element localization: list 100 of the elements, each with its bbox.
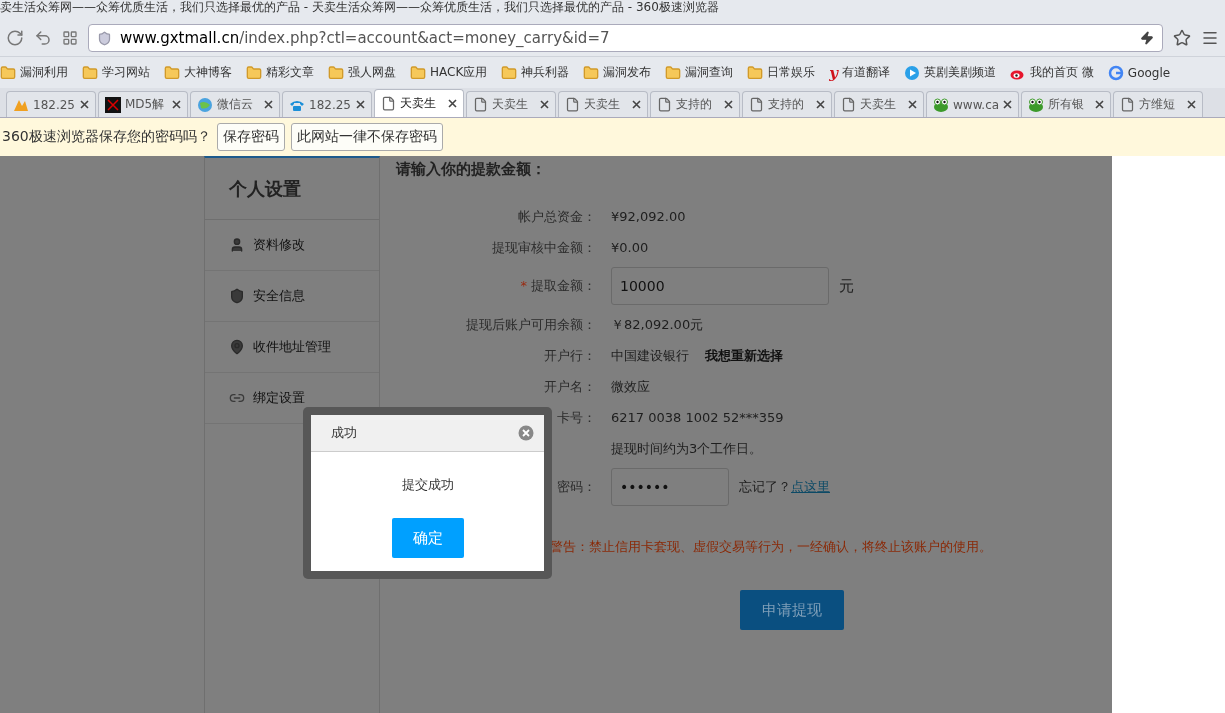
pin-icon [229, 339, 245, 355]
user-icon [229, 237, 245, 253]
browser-tab[interactable]: 天卖生 [558, 91, 648, 117]
bookmark-link[interactable]: 漏洞查询 [685, 64, 734, 81]
folder-icon [82, 64, 98, 81]
field-value: ￥82,092.00元 [611, 315, 704, 334]
frog-icon [933, 96, 949, 113]
close-icon[interactable] [1095, 100, 1105, 109]
folder-icon [410, 64, 426, 81]
close-icon[interactable] [356, 100, 365, 109]
browser-tab[interactable]: 支持的 [742, 91, 832, 117]
browser-tab[interactable]: www.ca [926, 91, 1020, 117]
bookmark-link[interactable]: 漏洞利用 [20, 64, 68, 81]
close-icon[interactable] [816, 100, 825, 109]
globe-icon [197, 96, 213, 113]
address-field[interactable]: www.gxtmall.cn/index.php?ctl=account&act=money_carry&id=7 [88, 24, 1163, 52]
sidebar-item[interactable]: 资料修改 [253, 236, 305, 254]
forgot-text: 忘记了？ [739, 478, 791, 496]
bookmark-link[interactable]: 精彩文章 [266, 64, 314, 81]
page-icon [473, 97, 488, 112]
page-icon [749, 97, 764, 112]
close-icon[interactable] [724, 100, 733, 109]
close-icon[interactable] [80, 100, 89, 109]
page-icon [657, 97, 672, 112]
bookmark-link[interactable]: 我的首页 微 [1030, 64, 1094, 81]
sidebar-title: 个人设置 [205, 158, 379, 220]
browser-tab[interactable]: 182.25 [282, 91, 372, 117]
browser-tab[interactable]: MD5解 [98, 91, 188, 117]
folder-icon [246, 64, 262, 81]
bookmark-link[interactable]: 神兵利器 [521, 64, 570, 81]
close-icon[interactable] [632, 100, 641, 109]
bookmark-link[interactable]: 学习网站 [102, 64, 150, 81]
tab-title: 微信云 [217, 96, 254, 113]
prompt-button[interactable]: 保存密码 [216, 123, 285, 151]
close-icon[interactable] [908, 100, 917, 109]
bookmark-link[interactable]: Google [1127, 65, 1171, 80]
browser-tab[interactable]: 182.25 [6, 91, 96, 117]
close-icon[interactable] [448, 99, 457, 108]
password-input[interactable]: •••••• [611, 468, 729, 506]
field-label: 提现后账户可用余额： [466, 316, 596, 332]
field-label: 密码： [557, 479, 596, 494]
shield-icon [97, 30, 112, 46]
close-icon[interactable] [1003, 100, 1013, 109]
tab-title: 支持的 [676, 96, 713, 113]
field-label: 开户行： [544, 347, 596, 363]
bookmark-link[interactable]: 强人网盘 [348, 64, 396, 81]
bookmark-link[interactable]: 有道翻译 [842, 64, 890, 81]
field-label: 提取金额： [531, 278, 596, 293]
browser-tab[interactable]: 天卖生 [466, 91, 556, 117]
note-text: 提现时间约为3个工作日。 [611, 439, 763, 458]
browser-tab[interactable]: 微信云 [190, 91, 280, 117]
menu-icon[interactable] [1201, 29, 1219, 47]
folder-icon [501, 64, 518, 81]
sidebar-item[interactable]: 收件地址管理 [253, 338, 331, 356]
tab-title: 支持的 [768, 96, 805, 113]
folder-icon [747, 64, 764, 81]
tab-title: 天卖生 [584, 96, 621, 113]
browser-tab[interactable]: 天卖生 [374, 89, 464, 117]
back-icon[interactable] [34, 29, 52, 47]
field-value: 中国建设银行 [611, 346, 689, 365]
field-value: ¥0.00 [611, 240, 649, 255]
reload-icon[interactable] [6, 29, 24, 47]
url-text: www.gxtmall.cn/index.php?ctl=account&act=money_carry&id=7 [120, 29, 610, 47]
warning-text: 警告：禁止信用卡套现、虚假交易等行为，一经确认，将终止该账户的使用。 [550, 538, 993, 556]
dialog-title: 成功 [331, 424, 357, 442]
prompt-button[interactable]: 此网站一律不保存密码 [290, 123, 443, 151]
tab-title: 所有银 [1048, 96, 1086, 113]
close-icon[interactable] [540, 100, 549, 109]
star-icon[interactable] [1173, 29, 1191, 47]
sidebar-item[interactable]: 安全信息 [253, 287, 305, 305]
browser-tab[interactable]: 方维短 [1113, 91, 1204, 117]
tab-title: MD5解 [125, 96, 166, 113]
form-heading: 请输入你的提款金额： [396, 160, 547, 179]
tab-title: 天卖生 [492, 96, 529, 113]
bookmark-link[interactable]: HACK应用 [430, 64, 488, 81]
bookmark-link[interactable]: 漏洞发布 [603, 64, 652, 81]
field-label: 开户名： [544, 378, 596, 394]
password-prompt: 360极速浏览器保存您的密码吗？ [2, 128, 211, 146]
browser-tab[interactable]: 所有银 [1021, 91, 1112, 117]
bookmark-link[interactable]: 英剧美剧频道 [924, 64, 996, 81]
play-icon [904, 64, 920, 81]
browser-tab[interactable]: 支持的 [650, 91, 740, 117]
tab-title: 天卖生 [400, 95, 437, 112]
page-icon [841, 97, 856, 112]
lightning-icon[interactable] [1140, 31, 1154, 45]
bookmark-link[interactable]: 大神博客 [184, 64, 232, 81]
bookmark-link[interactable]: 日常娱乐 [767, 64, 816, 81]
sidebar-item[interactable]: 绑定设置 [253, 389, 305, 407]
field-label: 提现审核中金额： [492, 239, 596, 255]
folder-icon [665, 64, 682, 81]
folder-icon [583, 64, 600, 81]
browser-tab[interactable]: 天卖生 [834, 91, 924, 117]
folder-icon [0, 64, 16, 81]
close-icon[interactable] [1187, 100, 1197, 109]
reselect-link[interactable]: 我想重新选择 [705, 346, 783, 365]
amount-input[interactable]: 10000 [611, 267, 829, 305]
close-icon[interactable] [172, 100, 181, 109]
page-icon [565, 97, 580, 112]
close-icon[interactable] [264, 100, 273, 109]
grid-icon[interactable] [62, 30, 78, 46]
